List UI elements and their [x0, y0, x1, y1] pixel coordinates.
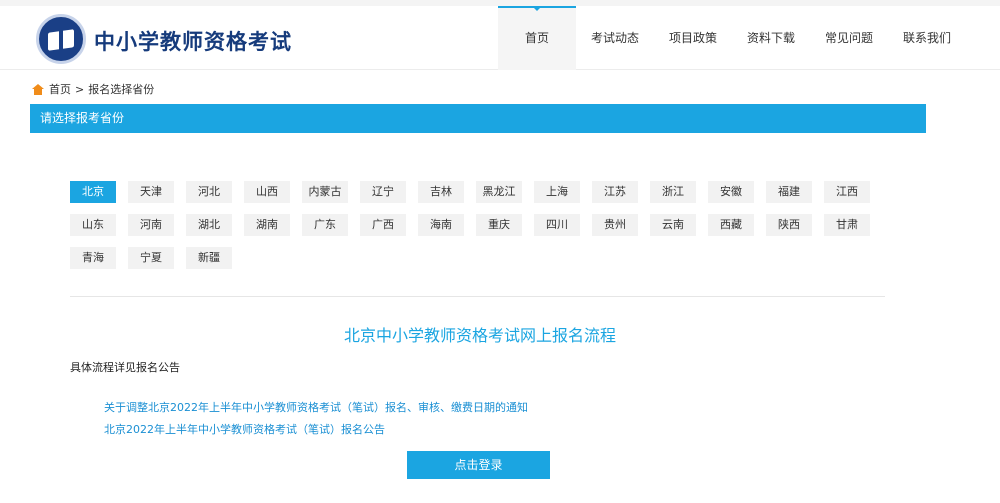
nav-home[interactable]: 首页: [498, 6, 576, 70]
province-button[interactable]: 西藏: [708, 214, 754, 236]
breadcrumb-home[interactable]: 首页: [49, 81, 71, 97]
province-button[interactable]: 辽宁: [360, 181, 406, 203]
notice-link-registration-announcement[interactable]: 北京2022年上半年中小学教师资格考试（笔试）报名公告: [104, 421, 385, 437]
province-button[interactable]: 江西: [824, 181, 870, 203]
province-button[interactable]: 山东: [70, 214, 116, 236]
province-button[interactable]: 陕西: [766, 214, 812, 236]
breadcrumb-current: 报名选择省份: [88, 83, 155, 96]
province-button[interactable]: 广西: [360, 214, 406, 236]
province-button[interactable]: 吉林: [418, 181, 464, 203]
province-button[interactable]: 河北: [186, 181, 232, 203]
province-button[interactable]: 内蒙古: [302, 181, 348, 203]
main-nav: 首页 考试动态 项目政策 资料下载 常见问题 联系我们: [498, 6, 966, 70]
province-button[interactable]: 云南: [650, 214, 696, 236]
divider: [70, 296, 885, 297]
breadcrumb-separator: >: [75, 82, 85, 96]
province-button[interactable]: 浙江: [650, 181, 696, 203]
detail-text: 具体流程详见报名公告: [70, 361, 180, 374]
site-header: 中小学教师资格考试 首页 考试动态 项目政策 资料下载 常见问题 联系我们: [0, 6, 1000, 70]
site-logo-icon[interactable]: [36, 14, 86, 64]
nav-faq[interactable]: 常见问题: [810, 6, 888, 70]
province-button[interactable]: 黑龙江: [476, 181, 522, 203]
province-button[interactable]: 海南: [418, 214, 464, 236]
notice-link-date-adjustment[interactable]: 关于调整北京2022年上半年中小学教师资格考试（笔试）报名、审核、缴费日期的通知: [104, 399, 528, 415]
nav-downloads[interactable]: 资料下载: [732, 6, 810, 70]
login-button[interactable]: 点击登录: [407, 451, 550, 479]
province-button[interactable]: 湖南: [244, 214, 290, 236]
province-button[interactable]: 四川: [534, 214, 580, 236]
nav-policy[interactable]: 项目政策: [654, 6, 732, 70]
nav-exam-news[interactable]: 考试动态: [576, 6, 654, 70]
province-button[interactable]: 贵州: [592, 214, 638, 236]
province-button[interactable]: 上海: [534, 181, 580, 203]
province-button[interactable]: 北京: [70, 181, 116, 203]
province-button[interactable]: 重庆: [476, 214, 522, 236]
flow-title: 北京中小学教师资格考试网上报名流程: [343, 326, 616, 345]
province-button[interactable]: 山西: [244, 181, 290, 203]
province-button[interactable]: 江苏: [592, 181, 638, 203]
nav-contact[interactable]: 联系我们: [888, 6, 966, 70]
province-button[interactable]: 福建: [766, 181, 812, 203]
province-button[interactable]: 河南: [128, 214, 174, 236]
province-button[interactable]: 广东: [302, 214, 348, 236]
province-button[interactable]: 青海: [70, 247, 116, 269]
breadcrumb: 首页 > 报名选择省份: [32, 81, 154, 97]
home-icon: [32, 83, 44, 95]
province-button[interactable]: 天津: [128, 181, 174, 203]
province-button[interactable]: 安徽: [708, 181, 754, 203]
province-button[interactable]: 甘肃: [824, 214, 870, 236]
province-button[interactable]: 湖北: [186, 214, 232, 236]
section-title-bar: 请选择报考省份: [30, 104, 926, 133]
province-button[interactable]: 宁夏: [128, 247, 174, 269]
site-title[interactable]: 中小学教师资格考试: [94, 26, 292, 56]
province-button[interactable]: 新疆: [186, 247, 232, 269]
